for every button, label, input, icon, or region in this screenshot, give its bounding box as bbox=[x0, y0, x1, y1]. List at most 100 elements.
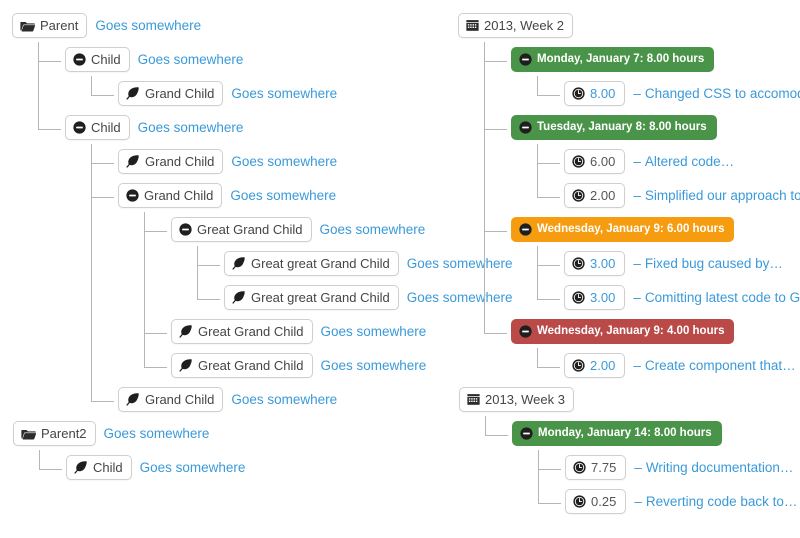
entry-description[interactable]: Reverting code back to… bbox=[646, 495, 798, 509]
time-chip-entry-2-00-b[interactable]: 2.00 bbox=[564, 353, 626, 378]
node-label: Grand Child bbox=[144, 188, 214, 203]
entry-description[interactable]: Create component that… bbox=[645, 359, 796, 373]
entry-description[interactable]: Changed CSS to accomodate… bbox=[645, 87, 800, 101]
node-link[interactable]: Goes somewhere bbox=[231, 155, 337, 169]
node-label: Grand Child bbox=[145, 154, 215, 169]
day-badge-mon-jan-14[interactable]: Monday, January 14: 8.00 hours bbox=[512, 421, 722, 446]
node-chip-grand-child-2[interactable]: Grand Child bbox=[118, 149, 224, 174]
entry-description[interactable]: Altered code… bbox=[645, 155, 734, 169]
node-link[interactable]: Goes somewhere bbox=[321, 359, 427, 373]
week-chip-week-2[interactable]: 2013, Week 2 bbox=[458, 13, 573, 38]
tree-node-row: Child Goes somewhere bbox=[66, 450, 472, 484]
node-chip-great-great-grand-child-1[interactable]: Great great Grand Child bbox=[224, 251, 399, 276]
node-link[interactable]: Goes somewhere bbox=[231, 87, 337, 101]
week-label: 2013, Week 2 bbox=[484, 18, 564, 33]
calendar-icon bbox=[467, 393, 480, 406]
tree-view-page: Parent Goes somewhere Child Goes somewhere G… bbox=[0, 0, 800, 538]
day-badge-tue-jan-8[interactable]: Tuesday, January 8: 8.00 hours bbox=[511, 115, 717, 140]
time-chip-entry-3-00-b[interactable]: 3.00 bbox=[564, 285, 626, 310]
clock-icon bbox=[572, 291, 585, 304]
time-chip-entry-2-00-a[interactable]: 2.00 bbox=[564, 183, 626, 208]
node-chip-child-1[interactable]: Child bbox=[65, 47, 130, 72]
node-chip-great-grand-child-2[interactable]: Great Grand Child bbox=[171, 319, 313, 344]
day-badge-wed-jan-9-6h[interactable]: Wednesday, January 9: 6.00 hours bbox=[511, 217, 735, 242]
time-chip-entry-3-00-a[interactable]: 3.00 bbox=[564, 251, 626, 276]
tree-node-parent: Parent Goes somewhere Child Goes somewhere G… bbox=[12, 8, 513, 416]
tree-node-row: Parent2 Goes somewhere bbox=[13, 416, 472, 450]
week-days: Monday, January 7: 8.00 hours 8.00– Change… bbox=[484, 42, 800, 382]
day-entries: 7.75– Writing documentation… 0.25 – Revertin… bbox=[538, 450, 798, 518]
time-value: 2.00 bbox=[590, 358, 616, 373]
week-days: Monday, January 14: 8.00 hours 7.75– Writi… bbox=[485, 416, 798, 518]
left-tree-root: Parent Goes somewhere Child Goes somewhere G… bbox=[12, 8, 513, 484]
node-chip-great-grand-child-3[interactable]: Great Grand Child bbox=[171, 353, 313, 378]
entry-description[interactable]: Fixed bug caused by… bbox=[645, 257, 783, 271]
node-chip-great-grand-child-1[interactable]: Great Grand Child bbox=[171, 217, 312, 242]
minus-circle-icon bbox=[126, 189, 139, 202]
time-entry-entry-7-75: 7.75 – Writing documentation… bbox=[538, 450, 798, 484]
day-badge-mon-jan-7[interactable]: Monday, January 7: 8.00 hours bbox=[511, 47, 715, 72]
leaf-icon bbox=[179, 325, 193, 338]
day-label: Wednesday, January 9: 6.00 hours bbox=[537, 223, 725, 235]
tree-node-great-grand-child-2: Great Grand Child Goes somewhere bbox=[144, 314, 472, 348]
time-chip-entry-0-25[interactable]: 0.25 bbox=[565, 489, 627, 514]
node-chip-grand-child-4[interactable]: Grand Child bbox=[118, 387, 224, 412]
node-link[interactable]: Goes somewhere bbox=[321, 325, 427, 339]
day-badge-wed-jan-9-4h[interactable]: Wednesday, January 9: 4.00 hours bbox=[511, 319, 735, 344]
clock-icon bbox=[572, 155, 585, 168]
time-value: 2.00 bbox=[590, 188, 616, 203]
day-row: Tuesday, January 8: 8.00 hours bbox=[511, 110, 798, 144]
entry-dash: – bbox=[633, 255, 641, 271]
day-row: Wednesday, January 9: 4.00 hours bbox=[511, 314, 798, 348]
clock-icon bbox=[572, 189, 585, 202]
tree-node-great-great-grand-child-1: Great great Grand Child Goes somewhere bbox=[197, 246, 513, 280]
leaf-icon bbox=[126, 87, 140, 100]
time-value: 0.25 bbox=[591, 494, 617, 509]
entry-dash: – bbox=[634, 459, 642, 475]
node-chip-grand-child-1[interactable]: Grand Child bbox=[118, 81, 224, 106]
node-link[interactable]: Goes somewhere bbox=[138, 53, 244, 67]
day-entries: 8.00 –Changed CSS to accomodate… bbox=[537, 76, 800, 110]
node-chip-parent2[interactable]: Parent2 bbox=[13, 421, 96, 446]
tree-node-great-grand-child-1: Great Grand Child Goes somewhere Great gre… bbox=[144, 212, 513, 314]
node-chip-parent2-child-1[interactable]: Child bbox=[66, 455, 132, 480]
tree-node-row: Great great Grand Child Goes somewhere bbox=[224, 246, 513, 280]
time-entry-row: 8.00 –Changed CSS to accomodate… bbox=[564, 76, 800, 110]
node-link[interactable]: Goes somewhere bbox=[138, 121, 244, 135]
node-chip-parent[interactable]: Parent bbox=[12, 13, 88, 38]
tree-node-grand-child-3: Grand Child Goes somewhere Great Grand Chi… bbox=[91, 178, 513, 382]
tree-node-row: Child Goes somewhere bbox=[65, 42, 472, 76]
node-link[interactable]: Goes somewhere bbox=[320, 223, 426, 237]
tree-node-parent2-child-1: Child Goes somewhere bbox=[39, 450, 472, 484]
node-link[interactable]: Goes somewhere bbox=[104, 427, 210, 441]
leaf-icon bbox=[126, 393, 140, 406]
time-chip-entry-6-00[interactable]: 6.00 bbox=[564, 149, 626, 174]
folder-icon bbox=[20, 20, 35, 32]
week-chip-week-3[interactable]: 2013, Week 3 bbox=[459, 387, 574, 412]
entry-description[interactable]: Writing documentation… bbox=[646, 461, 794, 475]
tree-node-row: Grand Child Goes somewhere bbox=[118, 382, 472, 416]
time-entry-entry-8-00: 8.00 –Changed CSS to accomodate… bbox=[537, 76, 800, 110]
node-link[interactable]: Goes somewhere bbox=[95, 19, 201, 33]
day-entries: 2.00 – Create component that… bbox=[537, 348, 798, 382]
tree-node-row: Child Goes somewhere bbox=[65, 110, 472, 144]
tree-node-parent2: Parent2 Goes somewhere Child Goes somewhere bbox=[12, 416, 472, 484]
time-chip-entry-8-00[interactable]: 8.00 bbox=[564, 81, 626, 106]
entry-description[interactable]: Simplified our approach to… bbox=[645, 189, 800, 203]
node-chip-great-great-grand-child-2[interactable]: Great great Grand Child bbox=[224, 285, 399, 310]
time-chip-entry-7-75[interactable]: 7.75 bbox=[565, 455, 627, 480]
minus-circle-icon bbox=[519, 223, 532, 236]
node-link[interactable]: Goes somewhere bbox=[140, 461, 246, 475]
node-chip-child-2[interactable]: Child bbox=[65, 115, 130, 140]
week-label: 2013, Week 3 bbox=[485, 392, 565, 407]
time-entry-row: 3.00 – Fixed bug caused by… bbox=[564, 246, 798, 280]
minus-circle-icon bbox=[73, 53, 86, 66]
tree-node-grand-child-2: Grand Child Goes somewhere bbox=[91, 144, 472, 178]
leaf-icon bbox=[126, 155, 140, 168]
node-link[interactable]: Goes somewhere bbox=[230, 189, 336, 203]
tree-children: Great great Grand Child Goes somewhere Gre… bbox=[197, 246, 513, 314]
node-chip-grand-child-3[interactable]: Grand Child bbox=[118, 183, 223, 208]
node-link[interactable]: Goes somewhere bbox=[231, 393, 337, 407]
day-label: Wednesday, January 9: 4.00 hours bbox=[537, 325, 725, 337]
entry-description[interactable]: Comitting latest code to Git… bbox=[645, 291, 800, 305]
